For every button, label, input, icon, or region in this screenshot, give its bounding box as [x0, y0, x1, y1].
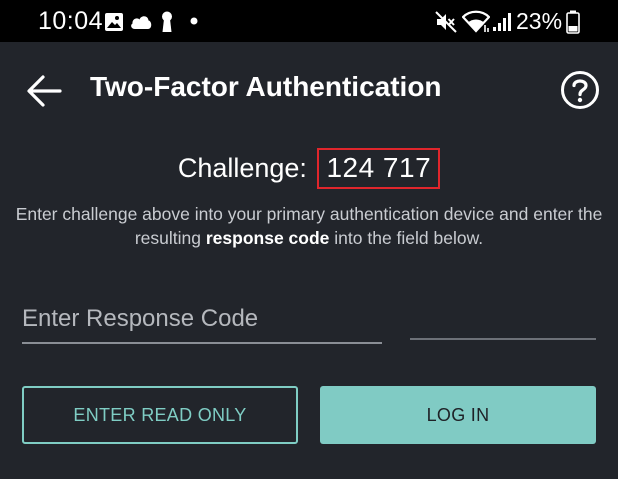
app-bar: Two-Factor Authentication [0, 42, 618, 138]
challenge-row: Challenge: 124 717 [0, 148, 618, 189]
battery-percent: 23% [516, 8, 563, 34]
signal-icon [493, 13, 511, 31]
wifi-icon [462, 10, 490, 33]
instructions-part2: into the field below. [329, 228, 484, 248]
image-icon [105, 13, 123, 31]
mute-icon [435, 11, 457, 33]
enter-read-only-button[interactable]: ENTER READ ONLY [22, 386, 298, 444]
help-circle-icon[interactable] [559, 69, 601, 111]
dot-icon [190, 17, 198, 25]
cloud-icon [131, 16, 152, 29]
response-code-input[interactable] [22, 300, 382, 344]
keyhole-icon [162, 11, 172, 32]
instructions-text: Enter challenge above into your primary … [10, 202, 608, 250]
challenge-code: 124 717 [317, 148, 441, 189]
secondary-input[interactable] [410, 300, 596, 340]
challenge-label: Challenge: [177, 153, 307, 183]
login-button[interactable]: LOG IN [320, 386, 596, 444]
status-bar: 10:04 23% [0, 0, 618, 42]
battery-icon [566, 10, 580, 34]
status-time: 10:04 [38, 7, 104, 35]
arrow-left-icon[interactable] [22, 68, 68, 114]
two-factor-screen: 10:04 23% Two-Factor Authentication Chal… [0, 0, 618, 479]
page-title: Two-Factor Authentication [90, 71, 442, 102]
instructions-bold: response code [205, 228, 330, 248]
